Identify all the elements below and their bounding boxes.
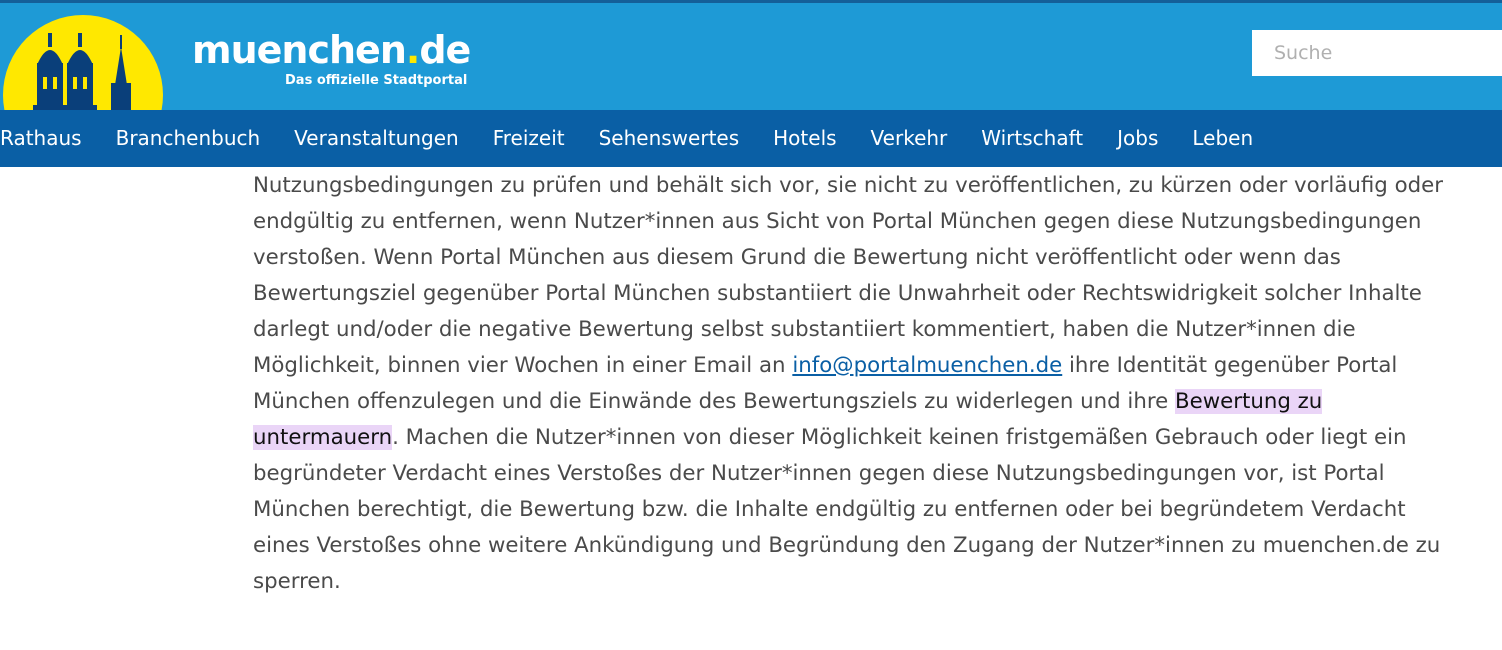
brand-main: muenchen [192,28,407,72]
nav-item-leben[interactable]: Leben [1175,110,1270,167]
terms-paragraph: Nutzungsbedingungen zu prüfen und behält… [253,168,1468,600]
nav-item-sehenswertes[interactable]: Sehenswertes [582,110,757,167]
logo-icon[interactable] [3,15,163,110]
nav-item-veranstaltungen[interactable]: Veranstaltungen [277,110,476,167]
terms-text-part-3: . Machen die Nutzer*innen von dieser Mög… [253,425,1441,594]
nav-item-freizeit[interactable]: Freizeit [476,110,582,167]
frauenkirche-skyline-icon [33,33,131,110]
site-tagline: Das offizielle Stadtportal [285,73,468,88]
main-navigation: Rathaus Branchenbuch Veranstaltungen Fre… [0,110,1502,167]
site-logo-text[interactable]: muenchen.de [192,28,471,72]
nav-item-rathaus[interactable]: Rathaus [0,110,99,167]
brand-tld: de [419,28,471,72]
nav-item-wirtschaft[interactable]: Wirtschaft [964,110,1100,167]
nav-item-hotels[interactable]: Hotels [756,110,853,167]
nav-item-verkehr[interactable]: Verkehr [854,110,965,167]
email-link[interactable]: info@portalmuenchen.de [792,353,1062,378]
nav-item-branchenbuch[interactable]: Branchenbuch [99,110,278,167]
nav-item-jobs[interactable]: Jobs [1100,110,1175,167]
terms-text-part-1: Nutzungsbedingungen zu prüfen und behält… [253,173,1443,378]
search-input[interactable] [1252,30,1502,76]
terms-content: Nutzungsbedingungen zu prüfen und behält… [253,168,1468,600]
header-bar: muenchen.de Das offizielle Stadtportal [0,0,1502,110]
brand-dot: . [405,28,420,72]
